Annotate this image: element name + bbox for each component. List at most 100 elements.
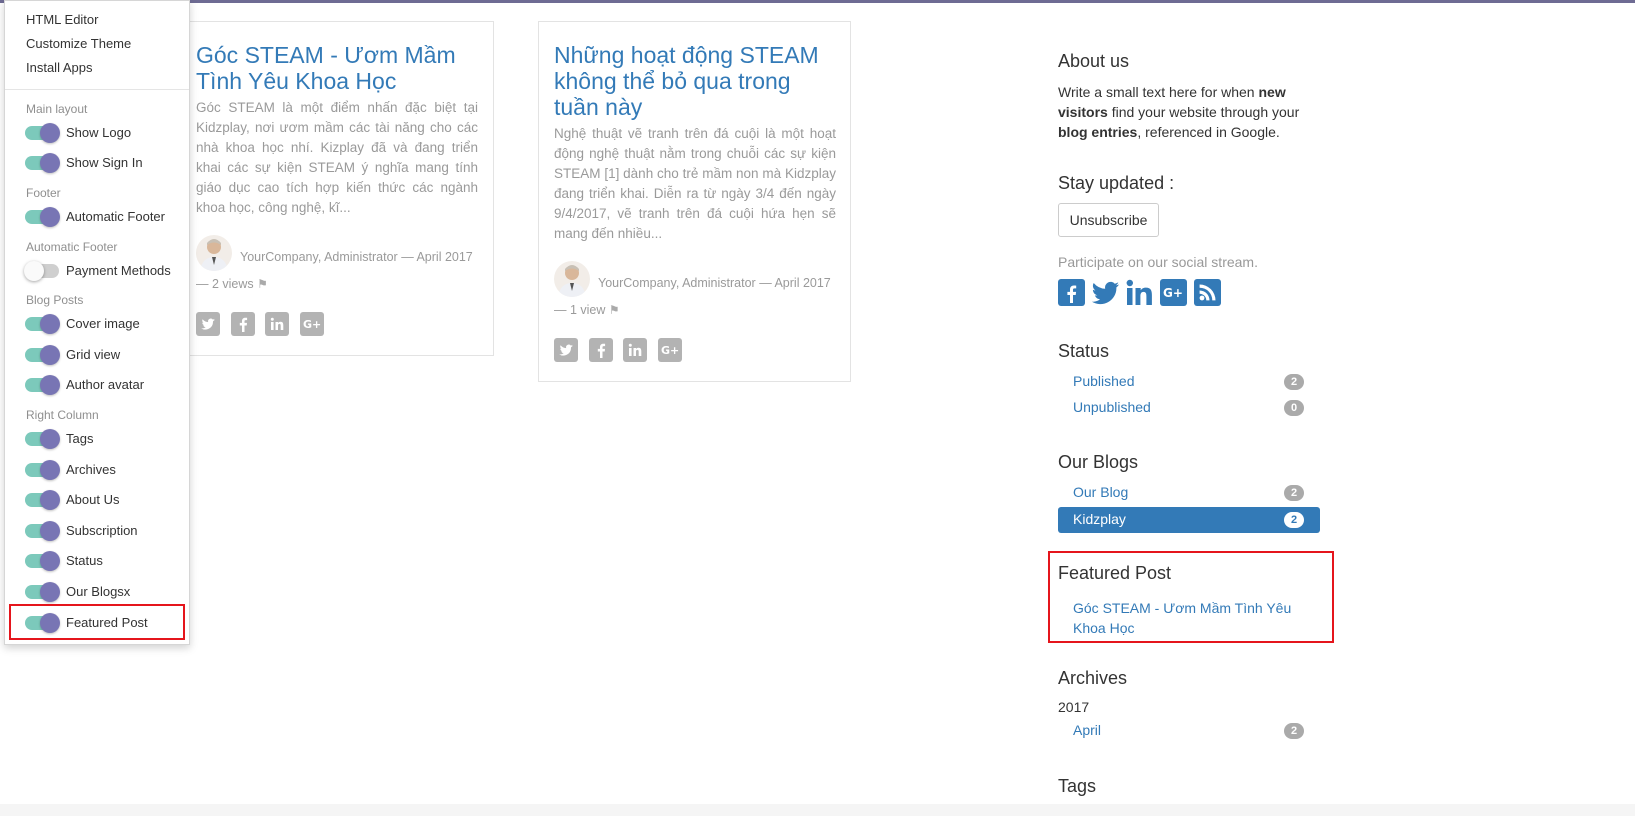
status-item-label[interactable]: Published	[1073, 373, 1135, 389]
count-badge: 2	[1284, 723, 1304, 739]
toggle-switch[interactable]	[25, 429, 60, 449]
post-meta-text: YourCompany, Administrator — April 2017 …	[554, 276, 831, 317]
toggle-switch[interactable]	[25, 582, 60, 602]
toggle-switch[interactable]	[25, 345, 60, 365]
highlight-box-featured-post	[1048, 551, 1334, 643]
option-label: Show Logo	[66, 125, 132, 140]
blog-post-card: Góc STEAM - Ươm Mầm Tình Yêu Khoa Học Gó…	[180, 21, 494, 356]
option-archives[interactable]: Archives	[25, 459, 185, 481]
archives-heading: Archives	[1058, 668, 1128, 688]
toggle-switch[interactable]	[25, 551, 60, 571]
toggle-switch[interactable]	[25, 490, 60, 510]
option-tags[interactable]: Tags	[25, 428, 185, 450]
our-blogs-heading: Our Blogs	[1058, 452, 1139, 472]
svg-text:G+: G+	[303, 318, 321, 331]
toggle-switch[interactable]	[25, 521, 60, 541]
install-apps-link[interactable]: Install Apps	[26, 60, 93, 75]
blog-item-our-blog[interactable]: Our Blog 2	[1058, 480, 1320, 506]
post-meta: YourCompany, Administrator — April 2017 …	[196, 244, 486, 298]
option-label: Tags	[66, 431, 94, 446]
toggle-switch[interactable]	[24, 261, 59, 281]
facebook-icon[interactable]	[231, 312, 255, 336]
post-title-link[interactable]: Những hoạt động STEAM không thể bỏ qua t…	[554, 42, 839, 120]
option-label: Status	[66, 553, 103, 568]
option-show-logo[interactable]: Show Logo	[25, 122, 185, 144]
section-header-automatic-footer: Automatic Footer	[26, 240, 118, 254]
archive-month-label[interactable]: April	[1073, 722, 1101, 738]
option-about-us[interactable]: About Us	[25, 489, 185, 511]
page-bottom-strip	[0, 804, 1635, 816]
option-our-blogs[interactable]: Our Blogsx	[25, 581, 185, 603]
option-label: Payment Methods	[66, 263, 171, 278]
option-cover-image[interactable]: Cover image	[25, 313, 185, 335]
option-subscription[interactable]: Subscription	[25, 520, 185, 542]
section-header-main-layout: Main layout	[26, 102, 88, 116]
twitter-icon[interactable]	[554, 338, 578, 362]
count-badge: 0	[1284, 400, 1304, 416]
option-label: Author avatar	[66, 377, 145, 392]
toggle-switch[interactable]	[25, 207, 60, 227]
linkedin-icon[interactable]	[265, 312, 289, 336]
blog-item-kidzplay[interactable]: Kidzplay 2	[1058, 507, 1320, 533]
option-label: About Us	[66, 492, 120, 507]
status-heading: Status	[1058, 341, 1110, 361]
option-label: Grid view	[66, 347, 121, 362]
facebook-icon[interactable]	[1058, 279, 1085, 306]
toggle-switch[interactable]	[25, 153, 60, 173]
rss-icon[interactable]	[1194, 279, 1221, 306]
post-teaser: Nghệ thuật vẽ tranh trên đá cuội là một …	[554, 126, 836, 241]
option-payment-methods[interactable]: Payment Methods	[24, 260, 185, 282]
customize-theme-link[interactable]: Customize Theme	[26, 36, 131, 51]
tag-icon: ⚑	[608, 303, 620, 317]
highlight-box-featured-post-option	[9, 604, 185, 640]
status-item-label[interactable]: Unpublished	[1073, 399, 1151, 415]
option-status[interactable]: Status	[25, 550, 185, 572]
svg-text:G+: G+	[661, 344, 679, 357]
toggle-switch[interactable]	[25, 460, 60, 480]
blog-post-card: Những hoạt động STEAM không thể bỏ qua t…	[538, 21, 851, 382]
status-item-published[interactable]: Published 2	[1058, 369, 1320, 395]
post-title-link[interactable]: Góc STEAM - Ươm Mầm Tình Yêu Khoa Học	[196, 42, 481, 94]
google-plus-icon[interactable]: G+	[300, 312, 324, 336]
customize-menu: HTML Editor Customize Theme Install Apps…	[4, 0, 190, 645]
toggle-switch[interactable]	[25, 123, 60, 143]
toggle-switch[interactable]	[25, 375, 60, 395]
count-badge: 2	[1284, 374, 1304, 390]
post-meta-text: YourCompany, Administrator — April 2017 …	[196, 250, 473, 291]
blog-item-label[interactable]: Kidzplay	[1073, 511, 1126, 527]
section-header-footer: Footer	[26, 186, 61, 200]
option-label: Show Sign In	[66, 155, 143, 170]
option-label: Automatic Footer	[66, 209, 165, 224]
linkedin-icon[interactable]	[623, 338, 647, 362]
archive-month-april[interactable]: April 2	[1058, 718, 1320, 744]
facebook-icon[interactable]	[589, 338, 613, 362]
unsubscribe-button[interactable]: Unsubscribe	[1058, 203, 1159, 237]
twitter-icon[interactable]	[1091, 279, 1120, 306]
social-stream-text: Participate on our social stream.	[1058, 254, 1258, 270]
option-grid-view[interactable]: Grid view	[25, 344, 185, 366]
post-teaser: Góc STEAM là một điểm nhấn đặc biệt tại …	[196, 100, 478, 215]
google-plus-icon[interactable]: G+	[658, 338, 682, 362]
option-automatic-footer[interactable]: Automatic Footer	[25, 206, 185, 228]
count-badge: 2	[1284, 512, 1304, 528]
status-item-unpublished[interactable]: Unpublished 0	[1058, 395, 1320, 421]
top-bar	[0, 0, 1635, 3]
option-label: Cover image	[66, 316, 140, 331]
tag-icon: ⚑	[257, 277, 268, 291]
html-editor-link[interactable]: HTML Editor	[26, 12, 98, 27]
svg-text:G+: G+	[1163, 286, 1183, 300]
linkedin-icon[interactable]	[1126, 279, 1153, 306]
blog-item-label[interactable]: Our Blog	[1073, 484, 1128, 500]
section-header-blog-posts: Blog Posts	[26, 293, 84, 307]
about-us-text: Write a small text here for when new vis…	[1058, 84, 1300, 140]
about-us-heading: About us	[1058, 51, 1130, 71]
google-plus-icon[interactable]: G+	[1160, 279, 1187, 306]
toggle-switch[interactable]	[25, 314, 60, 334]
section-header-right-column: Right Column	[26, 408, 99, 422]
tags-heading: Tags	[1058, 776, 1097, 796]
option-show-sign-in[interactable]: Show Sign In	[25, 152, 185, 174]
option-label: Subscription	[66, 523, 138, 538]
stay-updated-heading: Stay updated :	[1058, 173, 1175, 193]
option-author-avatar[interactable]: Author avatar	[25, 374, 185, 396]
twitter-icon[interactable]	[196, 312, 220, 336]
